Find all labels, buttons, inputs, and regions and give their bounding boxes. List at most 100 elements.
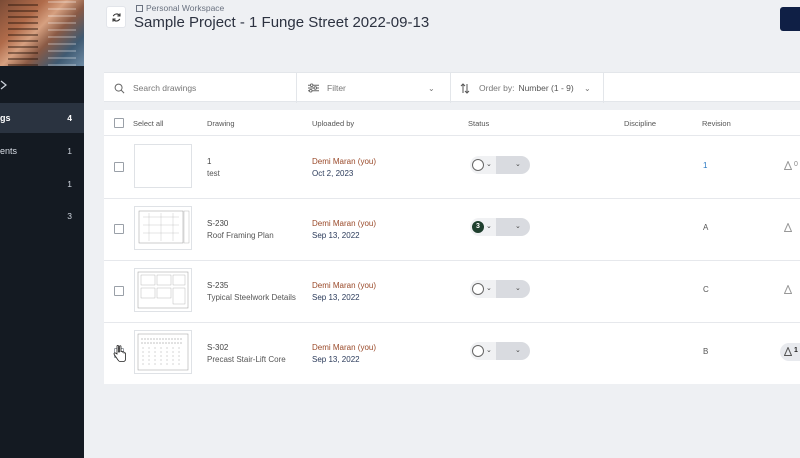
status-selector[interactable]: 3 ⌄	[470, 218, 496, 236]
drawing-number[interactable]: S-230	[207, 219, 228, 228]
sidebar-item-label: gs	[0, 113, 11, 123]
row-checkbox[interactable]	[114, 224, 124, 234]
sidebar-item-label: ents	[0, 146, 18, 156]
divider	[450, 73, 451, 103]
upload-date: Sep 13, 2022	[312, 293, 360, 302]
search-input[interactable]: Search drawings	[114, 73, 294, 103]
markup-count[interactable]	[780, 219, 800, 237]
row-checkbox[interactable]	[114, 162, 124, 172]
status-value[interactable]: ⌄	[496, 280, 530, 298]
refresh-button[interactable]	[106, 6, 126, 28]
status-value[interactable]: ⌄	[496, 156, 530, 174]
status-dropdown[interactable]: ⌄ ⌄	[470, 280, 530, 298]
drawing-name[interactable]: test	[207, 169, 220, 178]
chevron-down-icon: ⌄	[486, 223, 492, 230]
status-badge	[472, 345, 484, 357]
drawing-number[interactable]: S-235	[207, 281, 228, 290]
chevron-down-icon: ⌄	[486, 347, 492, 354]
table-row[interactable]: S-230 Roof Framing Plan Demi Maran (you)…	[104, 199, 800, 261]
status-selector[interactable]: ⌄	[470, 156, 496, 174]
primary-action-button[interactable]	[780, 7, 800, 31]
divider	[296, 73, 297, 103]
markup-icon	[784, 347, 792, 356]
drawing-thumbnail[interactable]	[134, 268, 192, 312]
divider	[603, 73, 604, 103]
revision-link[interactable]: 1	[703, 161, 707, 170]
order-value: Number (1 - 9)	[518, 83, 574, 93]
uploader-name: Demi Maran (you)	[312, 281, 377, 290]
sidebar-item-4[interactable]: 3	[0, 201, 84, 231]
status-selector[interactable]: ⌄	[470, 342, 496, 360]
status-value[interactable]: ⌄	[496, 218, 530, 236]
sidebar-item-count: 1	[67, 179, 72, 189]
toolbar: Search drawings Filter ⌄ Order by: Numbe…	[104, 72, 800, 103]
chevron-down-icon: ⌄	[584, 83, 591, 93]
page-title: Sample Project - 1 Funge Street 2022-09-…	[134, 14, 430, 31]
filter-icon	[308, 83, 319, 93]
markup-count[interactable]: 1	[780, 343, 800, 361]
status-badge	[472, 283, 484, 295]
status-dropdown[interactable]: ⌄ ⌄	[470, 342, 530, 360]
upload-date: Oct 2, 2023	[312, 169, 354, 178]
drawing-number[interactable]: 1	[207, 157, 211, 166]
chevron-down-icon: ⌄	[515, 347, 521, 354]
sidebar-item-drawings[interactable]: gs 4	[0, 103, 84, 133]
drawing-thumbnail[interactable]	[134, 330, 192, 374]
upload-date: Sep 13, 2022	[312, 355, 360, 364]
chevron-right-icon[interactable]	[0, 80, 8, 93]
sort-icon	[460, 82, 470, 94]
drawing-number[interactable]: S-302	[207, 343, 228, 352]
chevron-down-icon: ⌄	[486, 161, 492, 168]
status-dropdown[interactable]: ⌄ ⌄	[470, 156, 530, 174]
filter-dropdown[interactable]: Filter ⌄	[308, 73, 438, 103]
cursor-icon	[113, 345, 127, 368]
chevron-down-icon: ⌄	[515, 161, 521, 168]
revision-value: C	[703, 285, 709, 294]
select-all-checkbox[interactable]	[114, 118, 124, 128]
filter-label: Filter	[327, 83, 346, 93]
column-drawing[interactable]: Drawing	[207, 119, 235, 128]
search-placeholder: Search drawings	[133, 83, 197, 93]
column-status[interactable]: Status	[468, 119, 489, 128]
drawing-name[interactable]: Precast Stair-Lift Core	[207, 355, 286, 364]
order-label: Order by:	[479, 83, 515, 93]
workspace-icon	[136, 5, 143, 12]
sidebar-item-documents[interactable]: ents 1	[0, 136, 84, 166]
uploader-name: Demi Maran (you)	[312, 157, 377, 166]
status-badge: 3	[472, 221, 484, 233]
drawing-thumbnail[interactable]	[134, 206, 192, 250]
project-cover-image	[0, 0, 84, 66]
chevron-down-icon: ⌄	[515, 285, 521, 292]
status-dropdown[interactable]: 3 ⌄ ⌄	[470, 218, 530, 236]
drawing-name[interactable]: Roof Framing Plan	[207, 231, 274, 240]
breadcrumb[interactable]: Personal Workspace	[136, 3, 224, 13]
drawing-thumbnail[interactable]	[134, 144, 192, 188]
markup-icon	[784, 223, 792, 232]
sidebar-item-3[interactable]: 1	[0, 169, 84, 199]
order-by-dropdown[interactable]: Order by: Number (1 - 9) ⌄	[460, 73, 600, 103]
drawing-name[interactable]: Typical Steelwork Details	[207, 293, 296, 302]
status-selector[interactable]: ⌄	[470, 280, 496, 298]
uploader-name: Demi Maran (you)	[312, 343, 377, 352]
search-icon	[114, 83, 125, 93]
refresh-icon	[111, 12, 121, 22]
chevron-down-icon: ⌄	[428, 83, 435, 93]
column-revision[interactable]: Revision	[702, 119, 731, 128]
markup-count[interactable]	[780, 281, 800, 299]
table-row[interactable]: 1 test Demi Maran (you) Oct 2, 2023 ⌄ ⌄ …	[104, 137, 800, 199]
column-uploaded-by[interactable]: Uploaded by	[312, 119, 354, 128]
status-value[interactable]: ⌄	[496, 342, 530, 360]
markup-icon	[784, 285, 792, 294]
column-select-all[interactable]: Select all	[133, 119, 163, 128]
chevron-down-icon: ⌄	[486, 285, 492, 292]
markup-count[interactable]: 0	[780, 157, 800, 175]
revision-value: B	[703, 347, 709, 356]
upload-date: Sep 13, 2022	[312, 231, 360, 240]
revision-value: A	[703, 223, 709, 232]
row-checkbox[interactable]	[114, 286, 124, 296]
column-discipline[interactable]: Discipline	[624, 119, 656, 128]
table-row[interactable]: S-302 Precast Stair-Lift Core Demi Maran…	[104, 323, 800, 385]
sidebar-item-count: 3	[67, 211, 72, 221]
table-row[interactable]: S-235 Typical Steelwork Details Demi Mar…	[104, 261, 800, 323]
chevron-down-icon: ⌄	[515, 223, 521, 230]
